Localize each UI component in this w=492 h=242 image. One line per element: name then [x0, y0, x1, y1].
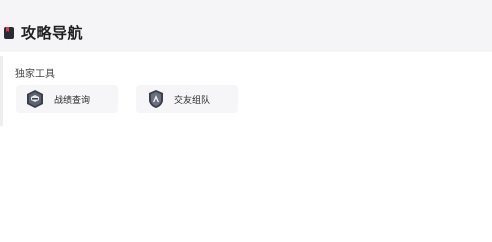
title-bar: 攻略导航	[3, 23, 84, 42]
page: 攻略导航 独家工具 战绩查询 交友组队	[0, 0, 492, 242]
tool-card-team-up[interactable]: 交友组队	[136, 85, 238, 113]
page-title: 攻略导航	[21, 23, 84, 42]
team-badge-icon	[146, 89, 166, 109]
crest-badge-icon	[25, 89, 45, 109]
tools-panel	[0, 54, 492, 242]
header: 攻略导航	[0, 0, 492, 52]
tool-card-record-query[interactable]: 战绩查询	[16, 85, 118, 113]
book-icon	[3, 25, 15, 39]
panel-left-edge	[0, 56, 3, 126]
section-title: 独家工具	[15, 69, 55, 80]
tool-label: 交友组队	[174, 95, 211, 106]
tool-label: 战绩查询	[54, 95, 91, 106]
